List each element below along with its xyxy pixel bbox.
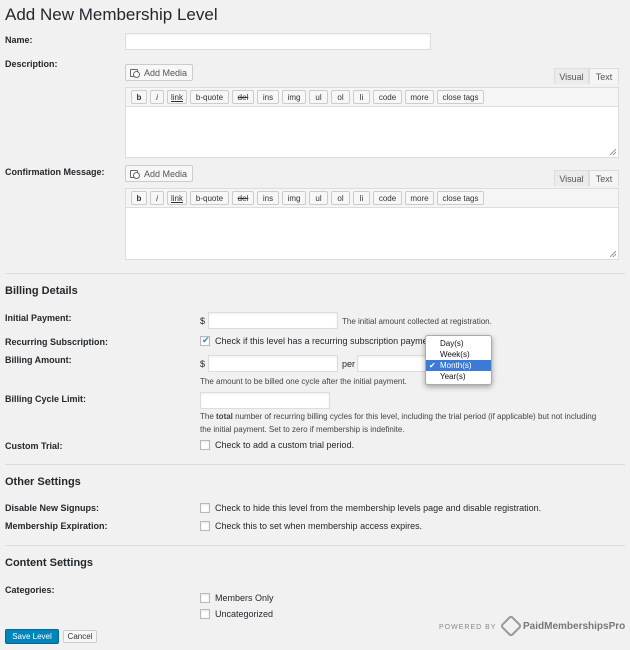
media-icon bbox=[130, 169, 140, 179]
qt-img-button[interactable]: img bbox=[282, 191, 306, 205]
category-label-uncategorized[interactable]: Uncategorized bbox=[215, 609, 273, 619]
qt-close-tags-button[interactable]: close tags bbox=[437, 191, 484, 205]
qt-bquote-button[interactable]: b-quote bbox=[190, 191, 229, 205]
qt-bold-button[interactable]: b bbox=[131, 90, 147, 104]
expiration-checkbox-label[interactable]: Check this to set when membership access… bbox=[215, 521, 422, 531]
qt-italic-button[interactable]: i bbox=[150, 90, 164, 104]
checkmark-icon: ✔ bbox=[429, 361, 436, 370]
description-tab-text[interactable]: Text bbox=[589, 68, 619, 84]
save-level-button[interactable]: Save Level bbox=[5, 629, 59, 644]
qt-ol-button[interactable]: ol bbox=[331, 90, 350, 104]
qt-img-button[interactable]: img bbox=[282, 90, 306, 104]
cycle-limit-input[interactable] bbox=[200, 392, 330, 409]
divider bbox=[5, 545, 625, 546]
confirmation-tab-text[interactable]: Text bbox=[589, 170, 619, 186]
qt-more-button[interactable]: more bbox=[405, 191, 434, 205]
billing-period-dropdown[interactable]: Day(s) Week(s) ✔ Month(s) Year(s) bbox=[425, 335, 492, 385]
description-add-media-button[interactable]: Add Media bbox=[125, 64, 194, 81]
period-option-year[interactable]: Year(s) bbox=[426, 371, 491, 382]
description-tab-visual[interactable]: Visual bbox=[554, 68, 589, 84]
add-media-label: Add Media bbox=[144, 67, 188, 78]
custom-trial-checkbox-label[interactable]: Check to add a custom trial period. bbox=[215, 440, 354, 450]
billing-amount-input[interactable] bbox=[208, 355, 338, 372]
description-textarea[interactable] bbox=[125, 107, 619, 158]
description-quicktags-toolbar: b i link b-quote del ins img ul ol li co… bbox=[125, 87, 619, 107]
cancel-button[interactable]: Cancel bbox=[63, 630, 97, 643]
cycle-limit-help: The total number of recurring billing cy… bbox=[200, 410, 625, 436]
qt-li-button[interactable]: li bbox=[353, 191, 370, 205]
confirmation-quicktags-toolbar: b i link b-quote del ins img ul ol li co… bbox=[125, 188, 619, 208]
pmpro-logo-icon bbox=[499, 614, 523, 638]
description-label: Description: bbox=[5, 59, 58, 69]
cycle-limit-help-line2: the initial payment. Set to zero if memb… bbox=[200, 425, 405, 434]
expiration-checkbox[interactable] bbox=[200, 521, 210, 531]
disable-signups-checkbox-label[interactable]: Check to hide this level from the member… bbox=[215, 503, 541, 513]
qt-italic-button[interactable]: i bbox=[150, 191, 164, 205]
billing-amount-label: Billing Amount: bbox=[5, 355, 72, 365]
content-settings-heading: Content Settings bbox=[5, 557, 93, 569]
divider bbox=[5, 464, 625, 465]
recurring-checkbox-label[interactable]: Check if this level has a recurring subs… bbox=[215, 336, 427, 346]
cycle-limit-help-bold: total bbox=[216, 412, 233, 421]
confirmation-tab-visual[interactable]: Visual bbox=[554, 170, 589, 186]
add-media-label: Add Media bbox=[144, 168, 188, 179]
divider bbox=[5, 273, 625, 274]
qt-del-button[interactable]: del bbox=[232, 90, 254, 104]
initial-payment-help: The initial amount collected at registra… bbox=[342, 317, 492, 326]
period-option-month-label: Month(s) bbox=[440, 361, 472, 370]
per-label: per bbox=[342, 359, 356, 369]
expiration-label: Membership Expiration: bbox=[5, 521, 108, 531]
resize-grip-icon[interactable] bbox=[610, 149, 616, 155]
billing-amount-help: The amount to be billed one cycle after … bbox=[200, 377, 407, 386]
confirmation-add-media-button[interactable]: Add Media bbox=[125, 165, 194, 182]
recurring-checkbox[interactable] bbox=[200, 335, 210, 346]
qt-del-button[interactable]: del bbox=[232, 191, 254, 205]
categories-label: Categories: bbox=[5, 585, 55, 595]
initial-payment-input[interactable] bbox=[208, 312, 338, 329]
qt-ins-button[interactable]: ins bbox=[257, 90, 279, 104]
page-title: Add New Membership Level bbox=[5, 5, 218, 24]
period-option-week[interactable]: Week(s) bbox=[426, 349, 491, 360]
resize-grip-icon[interactable] bbox=[610, 251, 616, 257]
name-label: Name: bbox=[5, 35, 33, 45]
qt-bquote-button[interactable]: b-quote bbox=[190, 90, 229, 104]
category-label-members-only[interactable]: Members Only bbox=[215, 593, 274, 603]
qt-code-button[interactable]: code bbox=[373, 90, 402, 104]
currency-symbol: $ bbox=[200, 316, 206, 326]
qt-ul-button[interactable]: ul bbox=[309, 90, 328, 104]
confirmation-textarea[interactable] bbox=[125, 208, 619, 260]
period-option-month[interactable]: ✔ Month(s) bbox=[426, 360, 491, 371]
name-input[interactable] bbox=[125, 33, 431, 50]
qt-link-button[interactable]: link bbox=[167, 191, 187, 205]
cycle-limit-help-after: number of recurring billing cycles for t… bbox=[232, 412, 597, 421]
cycle-limit-label: Billing Cycle Limit: bbox=[5, 394, 87, 404]
custom-trial-label: Custom Trial: bbox=[5, 441, 63, 451]
currency-symbol: $ bbox=[200, 359, 206, 369]
qt-ins-button[interactable]: ins bbox=[257, 191, 279, 205]
qt-ul-button[interactable]: ul bbox=[309, 191, 328, 205]
powered-by-label: POWERED BY bbox=[439, 624, 497, 631]
qt-li-button[interactable]: li bbox=[353, 90, 370, 104]
media-icon bbox=[130, 68, 140, 78]
qt-more-button[interactable]: more bbox=[405, 90, 434, 104]
billing-heading: Billing Details bbox=[5, 285, 78, 297]
cycle-limit-help-before: The bbox=[200, 412, 217, 421]
recurring-label: Recurring Subscription: bbox=[5, 337, 109, 347]
category-checkbox-members-only[interactable] bbox=[200, 593, 210, 603]
qt-link-button[interactable]: link bbox=[167, 90, 187, 104]
initial-payment-label: Initial Payment: bbox=[5, 313, 72, 323]
period-option-day[interactable]: Day(s) bbox=[426, 338, 491, 349]
disable-signups-label: Disable New Signups: bbox=[5, 503, 100, 513]
qt-bold-button[interactable]: b bbox=[131, 191, 147, 205]
disable-signups-checkbox[interactable] bbox=[200, 503, 210, 513]
category-checkbox-uncategorized[interactable] bbox=[200, 609, 210, 619]
cycle-number-input[interactable] bbox=[357, 355, 429, 372]
qt-ol-button[interactable]: ol bbox=[331, 191, 350, 205]
confirmation-label: Confirmation Message: bbox=[5, 167, 105, 177]
other-settings-heading: Other Settings bbox=[5, 476, 81, 488]
custom-trial-checkbox[interactable] bbox=[200, 440, 210, 450]
brand-name: PaidMembershipsPro bbox=[523, 621, 626, 632]
qt-close-tags-button[interactable]: close tags bbox=[437, 90, 484, 104]
qt-code-button[interactable]: code bbox=[373, 191, 402, 205]
